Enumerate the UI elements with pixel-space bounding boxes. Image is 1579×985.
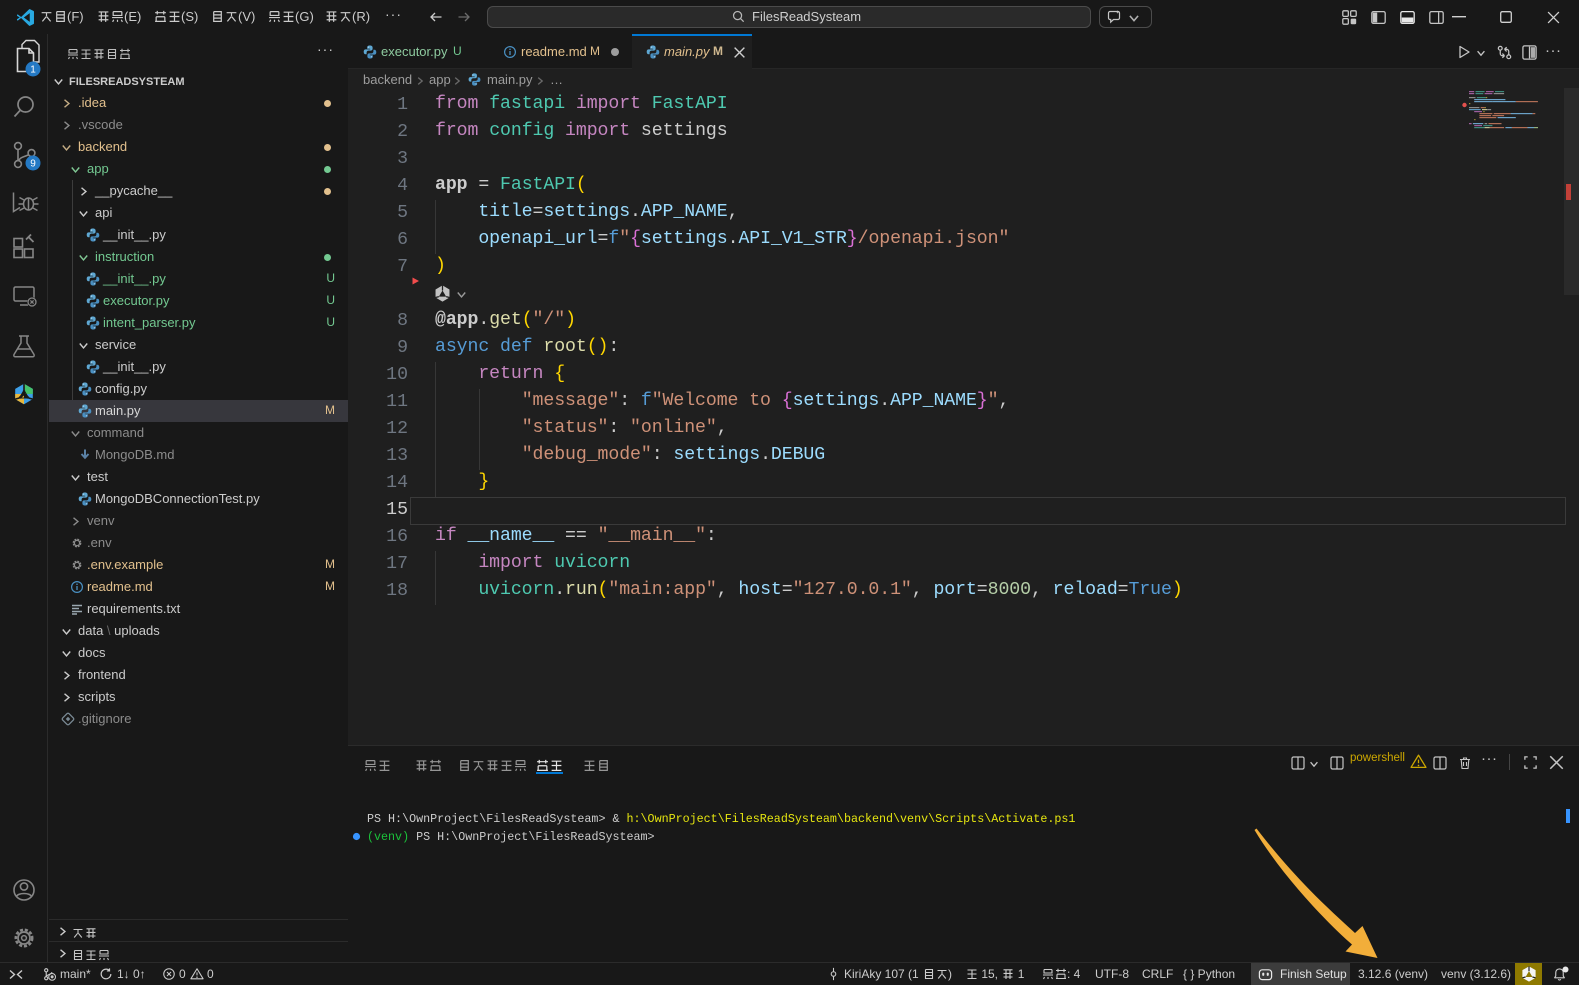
svg-text:9: 9 [30,159,36,170]
svg-text:1: 1 [30,65,36,76]
